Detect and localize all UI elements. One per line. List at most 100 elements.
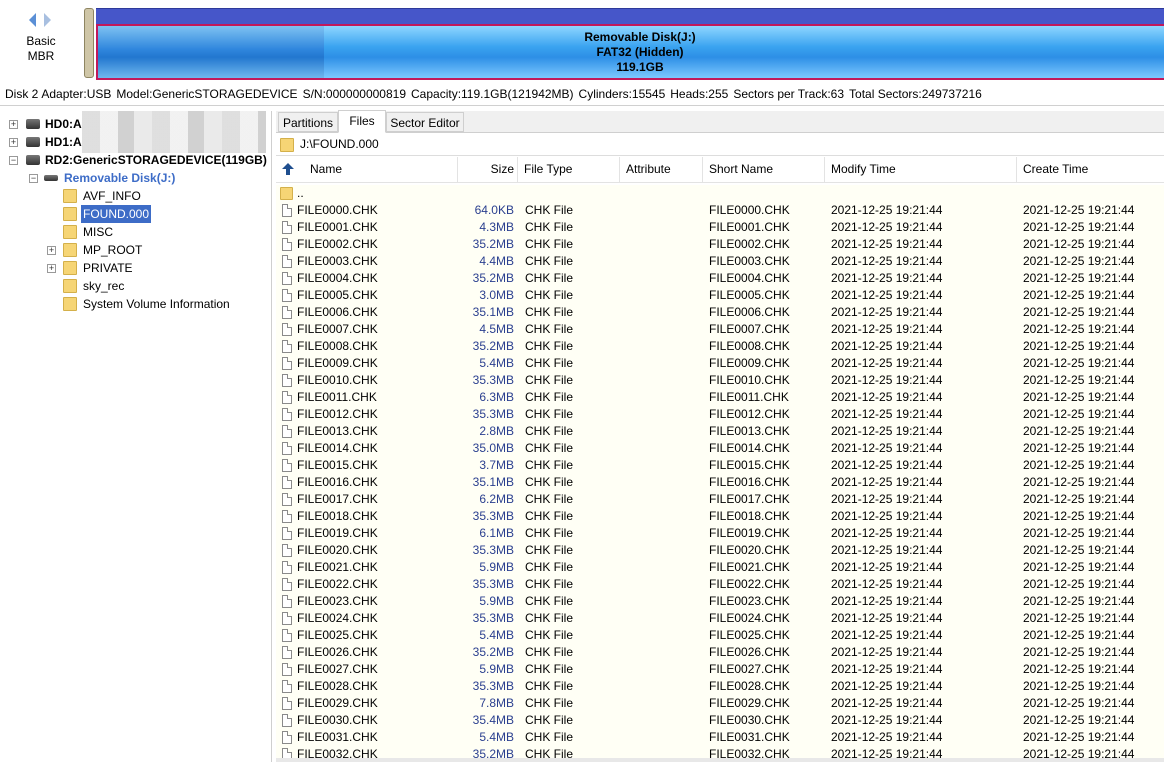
file-row[interactable]: FILE0013.CHK 2.8MB CHK File FILE0013.CHK 202… xyxy=(276,423,1164,440)
expand-icon[interactable]: + xyxy=(47,264,56,273)
file-attribute xyxy=(626,321,700,338)
tree-folder-label: MP_ROOT xyxy=(83,243,143,257)
folder-icon xyxy=(63,189,77,203)
file-name: FILE0019.CHK xyxy=(297,526,378,540)
file-icon xyxy=(282,561,292,574)
tree-item-folder[interactable]: MISC xyxy=(0,223,271,241)
file-create-time: 2021-12-25 19:21:44 xyxy=(1023,526,1135,540)
file-row[interactable]: FILE0006.CHK 35.1MB CHK File FILE0006.CHK 20… xyxy=(276,304,1164,321)
file-name: FILE0025.CHK xyxy=(297,628,378,642)
file-modify-time: 2021-12-25 19:21:44 xyxy=(831,611,943,625)
file-row[interactable]: FILE0017.CHK 6.2MB CHK File FILE0017.CHK 202… xyxy=(276,491,1164,508)
file-row[interactable]: FILE0003.CHK 4.4MB CHK File FILE0003.CHK 202… xyxy=(276,253,1164,270)
file-row[interactable]: FILE0010.CHK 35.3MB CHK File FILE0010.CHK 20… xyxy=(276,372,1164,389)
file-row[interactable]: FILE0001.CHK 4.3MB CHK File FILE0001.CHK 202… xyxy=(276,219,1164,236)
file-row[interactable]: FILE0020.CHK 35.3MB CHK File FILE0020.CHK 20… xyxy=(276,542,1164,559)
column-header-size[interactable]: Size xyxy=(458,157,518,182)
file-create-time: 2021-12-25 19:21:44 xyxy=(1023,288,1135,302)
expand-icon[interactable]: + xyxy=(47,246,56,255)
file-row[interactable]: FILE0026.CHK 35.2MB CHK File FILE0026.CHK 20… xyxy=(276,644,1164,661)
file-name: FILE0030.CHK xyxy=(297,713,378,727)
path-bar[interactable]: J:\FOUND.000 xyxy=(276,134,1164,156)
file-row[interactable]: FILE0023.CHK 5.9MB CHK File FILE0023.CHK 202… xyxy=(276,593,1164,610)
tree-item-folder-selected[interactable]: FOUND.000 xyxy=(0,205,271,223)
tree-item-folder[interactable]: System Volume Information xyxy=(0,295,271,313)
file-row[interactable]: FILE0024.CHK 35.3MB CHK File FILE0024.CHK 20… xyxy=(276,610,1164,627)
file-row[interactable]: FILE0008.CHK 35.2MB CHK File FILE0008.CHK 20… xyxy=(276,338,1164,355)
column-header-create-time[interactable]: Create Time xyxy=(1017,157,1164,182)
tree-item-folder[interactable]: + PRIVATE xyxy=(0,259,271,277)
column-header-name[interactable]: Name xyxy=(304,157,458,182)
tree-item-folder[interactable]: AVF_INFO xyxy=(0,187,271,205)
expand-icon[interactable]: + xyxy=(9,138,18,147)
file-modify-time: 2021-12-25 19:21:44 xyxy=(831,203,943,217)
file-row[interactable]: FILE0021.CHK 5.9MB CHK File FILE0021.CHK 202… xyxy=(276,559,1164,576)
parent-folder-up-icon[interactable] xyxy=(282,163,294,175)
expand-icon[interactable]: + xyxy=(9,120,18,129)
file-row[interactable]: FILE0011.CHK 6.3MB CHK File FILE0011.CHK 202… xyxy=(276,389,1164,406)
file-row[interactable]: FILE0030.CHK 35.4MB CHK File FILE0030.CHK 20… xyxy=(276,712,1164,729)
file-row[interactable]: FILE0005.CHK 3.0MB CHK File FILE0005.CHK 202… xyxy=(276,287,1164,304)
file-size: 3.0MB xyxy=(479,288,514,302)
disk-info-bar: Disk 2 Adapter:USB Model:GenericSTORAGEDEV… xyxy=(0,84,1164,106)
tree-item-folder[interactable]: + MP_ROOT xyxy=(0,241,271,259)
column-header-attribute[interactable]: Attribute xyxy=(620,157,703,182)
file-row[interactable]: FILE0028.CHK 35.3MB CHK File FILE0028.CHK 20… xyxy=(276,678,1164,695)
parent-folder-row[interactable]: .. xyxy=(276,185,1164,202)
file-modify-time: 2021-12-25 19:21:44 xyxy=(831,424,943,438)
file-modify-time: 2021-12-25 19:21:44 xyxy=(831,696,943,710)
file-name: FILE0011.CHK xyxy=(297,390,377,404)
tree-item-hd1[interactable]: + HD1:A xyxy=(0,133,271,151)
file-type: CHK File xyxy=(525,577,574,591)
next-disk-arrow-icon[interactable] xyxy=(44,13,51,27)
file-size: 35.1MB xyxy=(472,475,514,489)
tree-label-rd2: RD2:GenericSTORAGEDEVICE(119GB) xyxy=(45,153,267,167)
file-type: CHK File xyxy=(525,543,574,557)
file-row[interactable]: FILE0012.CHK 35.3MB CHK File FILE0012.CHK 20… xyxy=(276,406,1164,423)
file-icon xyxy=(282,646,292,659)
file-list-header: Name Size File Type Attribute Short Name… xyxy=(276,157,1164,183)
file-attribute xyxy=(626,457,700,474)
file-row[interactable]: FILE0002.CHK 35.2MB CHK File FILE0002.CHK 20… xyxy=(276,236,1164,253)
file-create-time: 2021-12-25 19:21:44 xyxy=(1023,645,1135,659)
partition-block[interactable]: Removable Disk(J:) FAT32 (Hidden) 119.1G… xyxy=(96,8,1164,80)
tree-item-hd0[interactable]: + HD0:A xyxy=(0,115,271,133)
file-row[interactable]: FILE0004.CHK 35.2MB CHK File FILE0004.CHK 20… xyxy=(276,270,1164,287)
file-row[interactable]: FILE0027.CHK 5.9MB CHK File FILE0027.CHK 202… xyxy=(276,661,1164,678)
file-create-time: 2021-12-25 19:21:44 xyxy=(1023,203,1135,217)
tab-partitions[interactable]: Partitions xyxy=(278,112,338,132)
file-row[interactable]: FILE0007.CHK 4.5MB CHK File FILE0007.CHK 202… xyxy=(276,321,1164,338)
file-row[interactable]: FILE0031.CHK 5.4MB CHK File FILE0031.CHK 202… xyxy=(276,729,1164,746)
file-type: CHK File xyxy=(525,288,574,302)
column-header-file-type[interactable]: File Type xyxy=(518,157,620,182)
file-row[interactable]: FILE0016.CHK 35.1MB CHK File FILE0016.CHK 20… xyxy=(276,474,1164,491)
file-row[interactable]: FILE0029.CHK 7.8MB CHK File FILE0029.CHK 202… xyxy=(276,695,1164,712)
file-row[interactable]: FILE0015.CHK 3.7MB CHK File FILE0015.CHK 202… xyxy=(276,457,1164,474)
file-row[interactable]: FILE0022.CHK 35.3MB CHK File FILE0022.CHK 20… xyxy=(276,576,1164,593)
file-row[interactable]: FILE0018.CHK 35.3MB CHK File FILE0018.CHK 20… xyxy=(276,508,1164,525)
file-type: CHK File xyxy=(525,237,574,251)
file-name: FILE0008.CHK xyxy=(297,339,378,353)
file-row[interactable]: FILE0000.CHK 64.0KB CHK File FILE0000.CHK 20… xyxy=(276,202,1164,219)
tree-label-hd1: HD1:A xyxy=(45,135,82,149)
file-row[interactable]: FILE0014.CHK 35.0MB CHK File FILE0014.CHK 20… xyxy=(276,440,1164,457)
file-create-time: 2021-12-25 19:21:44 xyxy=(1023,356,1135,370)
collapse-icon[interactable]: − xyxy=(9,156,18,165)
tree-item-folder[interactable]: sky_rec xyxy=(0,277,271,295)
tree-item-rd2[interactable]: − RD2:GenericSTORAGEDEVICE(119GB) xyxy=(0,151,271,169)
tab-files[interactable]: Files xyxy=(338,110,386,133)
file-attribute xyxy=(626,678,700,695)
column-header-modify-time[interactable]: Modify Time xyxy=(825,157,1017,182)
prev-disk-arrow-icon[interactable] xyxy=(29,13,36,27)
file-row[interactable]: FILE0009.CHK 5.4MB CHK File FILE0009.CHK 202… xyxy=(276,355,1164,372)
disk-map-splitter[interactable] xyxy=(84,8,94,78)
collapse-icon[interactable]: − xyxy=(29,174,38,183)
tree-item-volume[interactable]: − Removable Disk(J:) xyxy=(0,169,271,187)
file-row[interactable]: FILE0025.CHK 5.4MB CHK File FILE0025.CHK 202… xyxy=(276,627,1164,644)
file-short-name: FILE0029.CHK xyxy=(709,696,790,710)
tab-sector-editor[interactable]: Sector Editor xyxy=(386,112,464,132)
column-header-short-name[interactable]: Short Name xyxy=(703,157,825,182)
file-short-name: FILE0006.CHK xyxy=(709,305,790,319)
horizontal-scrollbar[interactable] xyxy=(276,758,1164,762)
file-row[interactable]: FILE0019.CHK 6.1MB CHK File FILE0019.CHK 202… xyxy=(276,525,1164,542)
